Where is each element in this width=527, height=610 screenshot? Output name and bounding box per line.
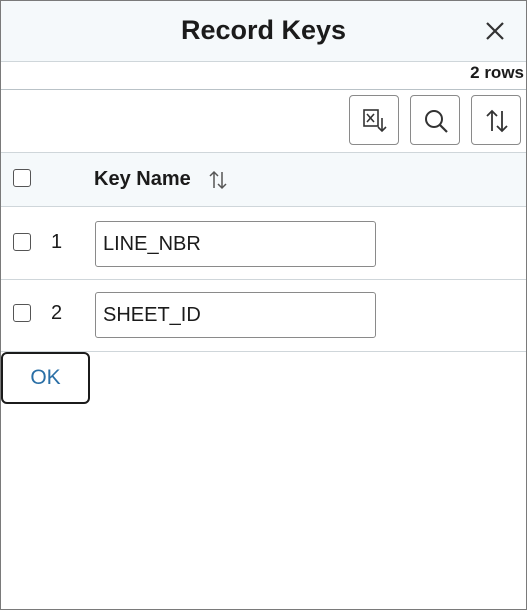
row-select-checkbox[interactable] [13, 233, 31, 251]
record-keys-dialog: Record Keys 2 rows Key Name 1 LINE_NBR 2… [0, 0, 527, 610]
ok-button[interactable]: OK [1, 352, 90, 404]
dialog-titlebar: Record Keys [1, 1, 526, 62]
row-number: 2 [51, 302, 63, 324]
close-button[interactable] [482, 18, 508, 44]
excel-download-icon [363, 109, 387, 133]
table-row: 1 [1, 207, 526, 280]
sort-arrows-icon[interactable] [208, 170, 228, 190]
grid-header-row: Key Name [1, 152, 526, 207]
close-icon [486, 22, 504, 40]
select-all-checkbox[interactable] [13, 169, 31, 187]
row-number: 1 [51, 231, 63, 253]
dialog-title: Record Keys [180, 15, 347, 45]
search-icon [425, 110, 448, 133]
row-select-checkbox[interactable] [13, 304, 31, 322]
table-row: 2 [1, 280, 526, 352]
column-header-key-name[interactable]: Key Name [94, 168, 191, 191]
find-button[interactable] [410, 95, 460, 145]
key-name-input[interactable] [95, 292, 376, 338]
key-name-input[interactable] [95, 221, 376, 267]
sort-button[interactable] [471, 95, 521, 145]
grid-toolbar [1, 89, 526, 152]
sort-icon [486, 109, 508, 133]
download-to-excel-button[interactable] [349, 95, 399, 145]
row-count-label: 2 rows [470, 63, 524, 82]
